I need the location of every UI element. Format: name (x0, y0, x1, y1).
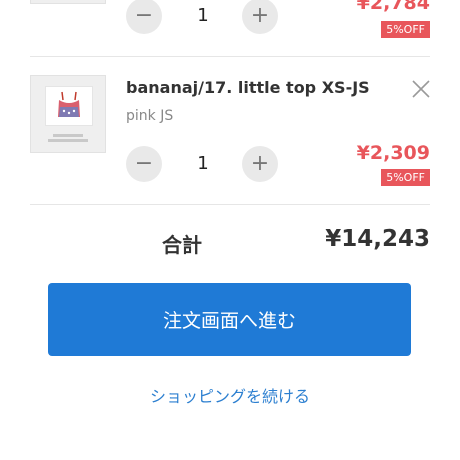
checkout-button[interactable]: 注文画面へ進む (48, 283, 411, 356)
item-price: ¥2,309 (356, 142, 430, 164)
quantity-increase-button[interactable]: + (242, 0, 278, 34)
product-thumbnail-previous[interactable] (30, 0, 106, 4)
discount-badge: 5%OFF (381, 21, 430, 38)
product-thumbnail[interactable] (30, 75, 106, 153)
close-icon[interactable] (410, 78, 432, 100)
quantity-value: 1 (197, 153, 209, 174)
total-value: ¥14,243 (325, 226, 430, 252)
total-label: 合計 (162, 233, 202, 257)
plus-icon: + (250, 3, 270, 28)
summary-divider (30, 204, 430, 205)
quantity-decrease-button[interactable]: − (126, 0, 162, 34)
minus-icon: − (134, 151, 154, 176)
item-divider (30, 56, 430, 57)
quantity-value: 1 (197, 5, 209, 26)
minus-icon: − (134, 3, 154, 28)
product-image-top (58, 91, 80, 117)
product-photo-caption (31, 132, 105, 142)
item-price: ¥2,784 (356, 0, 430, 14)
discount-badge: 5%OFF (381, 169, 430, 186)
item-variant: pink JS (126, 108, 174, 124)
item-title[interactable]: bananaj/17. little top XS-JS (126, 78, 370, 97)
quantity-increase-button[interactable]: + (242, 146, 278, 182)
quantity-decrease-button[interactable]: − (126, 146, 162, 182)
continue-shopping-link[interactable]: ショッピングを続ける (0, 383, 460, 407)
plus-icon: + (250, 151, 270, 176)
